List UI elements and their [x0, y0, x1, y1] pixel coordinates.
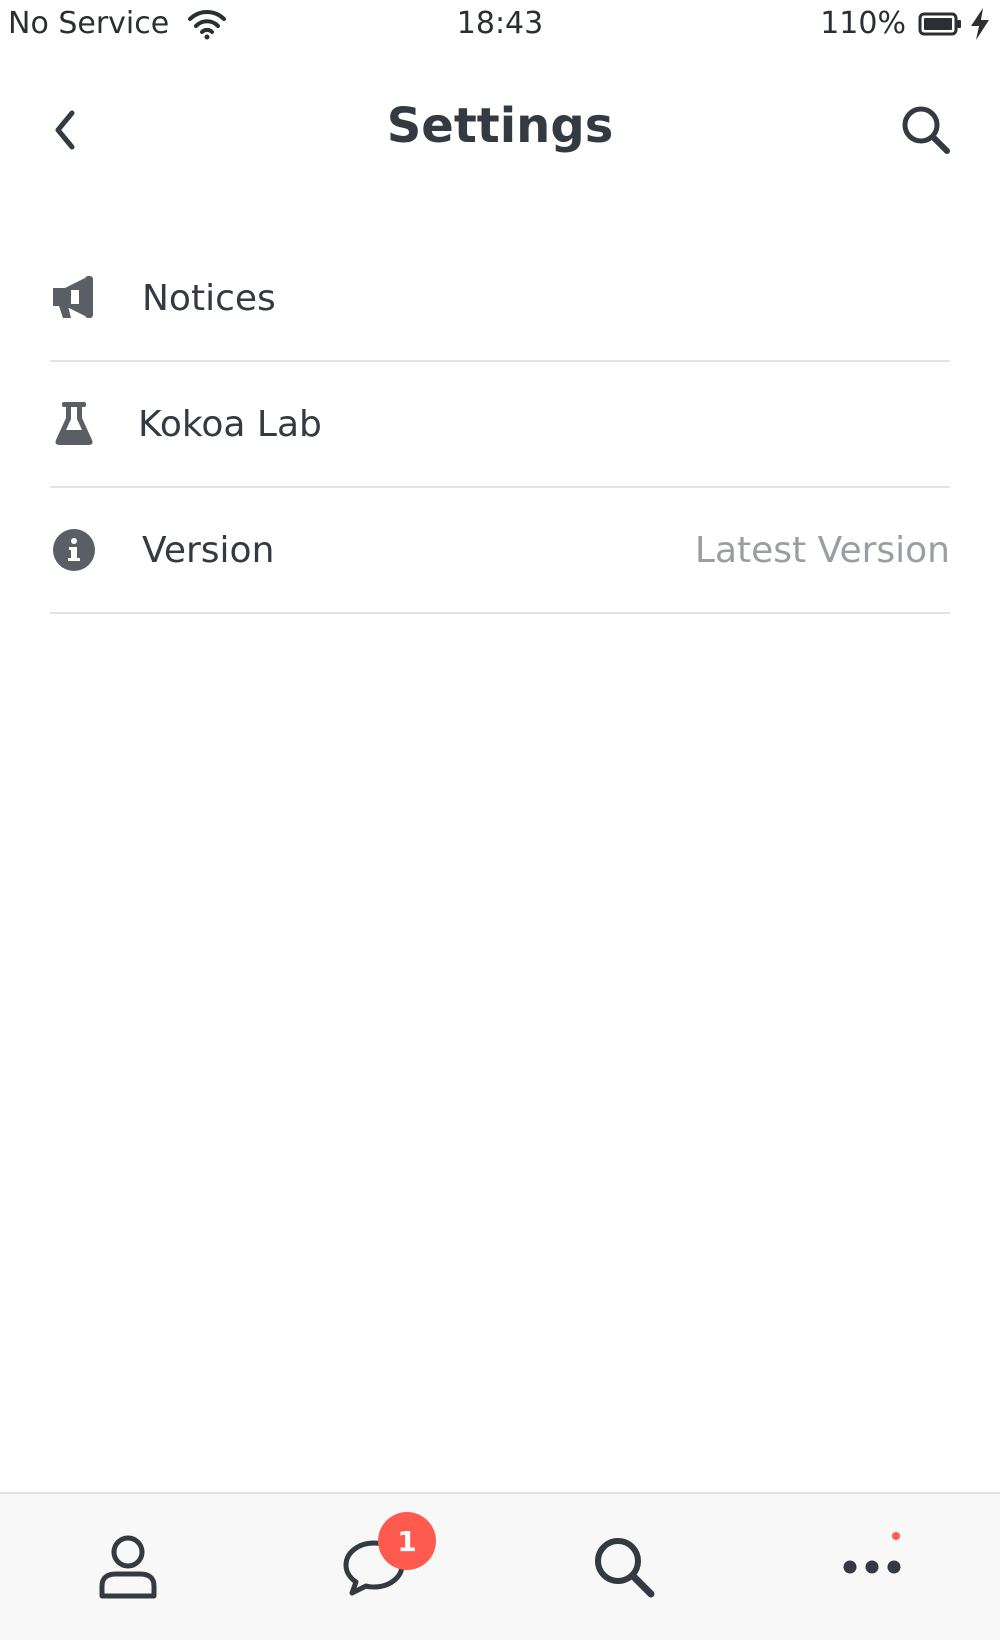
tab-bar: 1: [0, 1492, 1000, 1640]
tab-more[interactable]: [822, 1522, 922, 1612]
settings-item-label: Kokoa Lab: [138, 403, 322, 445]
tab-search[interactable]: [574, 1522, 674, 1612]
status-right: 110%: [820, 6, 992, 41]
version-status: Latest Version: [694, 529, 950, 571]
charging-bolt-icon: [971, 7, 989, 40]
header: Settings: [0, 80, 1000, 180]
settings-item-label: Notices: [142, 277, 276, 319]
search-icon: [595, 1538, 655, 1598]
page-title: Settings: [386, 98, 614, 154]
settings-list: Notices Kokoa Lab Version Latest Version: [50, 236, 950, 614]
more-dots-icon: [843, 1560, 901, 1574]
new-dot-indicator: [892, 1532, 900, 1540]
battery-percent: 110%: [820, 6, 906, 41]
tab-friends[interactable]: [78, 1522, 178, 1612]
info-icon: [50, 526, 98, 574]
settings-item-label: Version: [142, 529, 275, 571]
status-bar: No Service 18:43 110%: [0, 0, 1000, 54]
header-search-button[interactable]: [896, 100, 956, 160]
person-icon: [99, 1535, 157, 1599]
unread-badge: 1: [378, 1512, 436, 1570]
settings-item-notices[interactable]: Notices: [50, 236, 950, 362]
flask-icon: [50, 400, 98, 448]
battery-icon: [918, 12, 961, 35]
settings-item-version[interactable]: Version Latest Version: [50, 488, 950, 614]
tab-chats[interactable]: 1: [324, 1512, 436, 1612]
settings-item-kokoa-lab[interactable]: Kokoa Lab: [50, 362, 950, 488]
search-icon: [902, 106, 950, 154]
megaphone-icon: [50, 274, 98, 322]
